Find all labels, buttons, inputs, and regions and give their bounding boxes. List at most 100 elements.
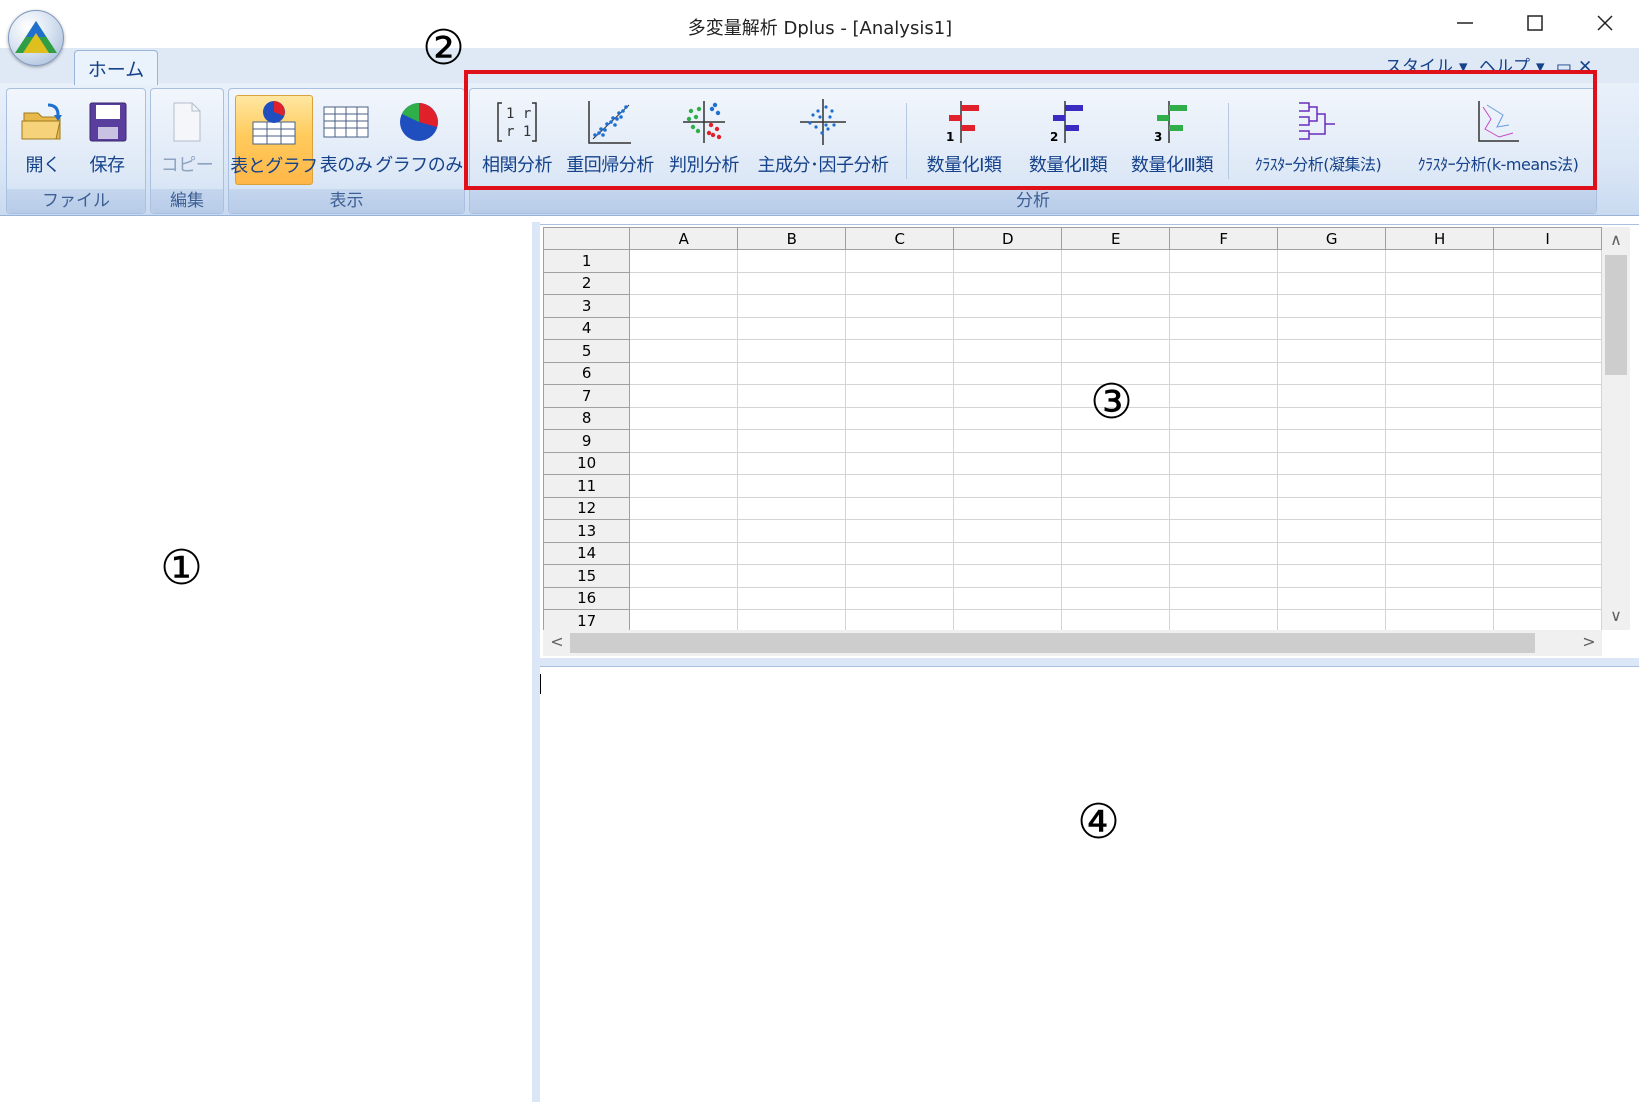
grid-cell[interactable] [1277,406,1387,430]
output-pane[interactable] [540,666,1639,1103]
grid-cell[interactable] [737,474,847,498]
grid-cell[interactable] [845,451,955,475]
row-header[interactable]: 9 [543,429,631,453]
grid-cell[interactable] [845,406,955,430]
grid-cell[interactable] [737,316,847,340]
grid-cell[interactable] [1277,451,1387,475]
grid-cell[interactable] [845,271,955,295]
grid-cell[interactable] [1169,384,1279,408]
grid-cell[interactable] [953,294,1063,318]
grid-cell[interactable] [953,519,1063,543]
grid-cell[interactable] [1169,496,1279,520]
grid-cell[interactable] [1493,339,1602,363]
grid-cell[interactable] [1385,316,1495,340]
grid-cell[interactable] [629,271,739,295]
grid-cell[interactable] [1061,451,1171,475]
grid-cell[interactable] [737,249,847,273]
grid-cell[interactable] [1169,294,1279,318]
grid-cell[interactable] [737,586,847,610]
grid-cell[interactable] [1385,384,1495,408]
grid-cell[interactable] [1061,294,1171,318]
grid-cell[interactable] [737,496,847,520]
grid-cell[interactable] [629,384,739,408]
grid-cell[interactable] [845,249,955,273]
grid-cell[interactable] [737,406,847,430]
grid-cell[interactable] [845,384,955,408]
grid-cell[interactable] [629,519,739,543]
grid-cell[interactable] [953,249,1063,273]
grid-cell[interactable] [1493,294,1602,318]
row-header[interactable]: 7 [543,384,631,408]
grid-cell[interactable] [629,339,739,363]
horizontal-scroll-thumb[interactable] [570,633,1535,653]
grid-cell[interactable] [1385,271,1495,295]
grid-cell[interactable] [1493,586,1602,610]
grid-cell[interactable] [953,586,1063,610]
grid-cell[interactable] [1493,541,1602,565]
grid-cell[interactable] [845,586,955,610]
grid-cell[interactable] [1277,564,1387,588]
row-header[interactable]: 1 [543,249,631,273]
column-header[interactable]: B [737,227,847,250]
grid-cell[interactable] [1061,609,1171,630]
grid-cell[interactable] [1169,564,1279,588]
grid-cell[interactable] [1277,271,1387,295]
grid-cell[interactable] [1277,339,1387,363]
grid-cell[interactable] [1277,496,1387,520]
app-logo-icon[interactable] [8,10,64,66]
vertical-scroll-thumb[interactable] [1605,255,1627,375]
chart-only-button[interactable]: グラフのみ [375,95,463,183]
grid-cell[interactable] [953,361,1063,385]
grid-cell[interactable] [1385,451,1495,475]
tab-home[interactable]: ホーム [74,50,158,85]
maximize-button[interactable] [1500,0,1570,46]
row-header[interactable]: 11 [543,474,631,498]
grid-cell[interactable] [953,541,1063,565]
grid-cell[interactable] [1169,339,1279,363]
grid-cell[interactable] [1493,519,1602,543]
grid-cell[interactable] [1277,474,1387,498]
grid-cell[interactable] [1061,316,1171,340]
grid-cell[interactable] [953,451,1063,475]
grid-cell[interactable] [953,339,1063,363]
row-header[interactable]: 13 [543,519,631,543]
grid-cell[interactable] [1385,586,1495,610]
grid-cell[interactable] [629,564,739,588]
row-header[interactable]: 3 [543,294,631,318]
grid-cell[interactable] [629,474,739,498]
grid-cell[interactable] [629,361,739,385]
column-header[interactable]: H [1385,227,1495,250]
vertical-splitter[interactable] [532,222,540,1102]
spreadsheet-grid[interactable]: ABCDEFGHI 1 2 3 4 5 6 7 8 9 10 11 12 13 14 15 16 17 [543,227,1602,630]
grid-cell[interactable] [845,564,955,588]
column-header[interactable]: D [953,227,1063,250]
grid-cell[interactable] [1169,609,1279,630]
scroll-up-icon[interactable]: ∧ [1602,230,1630,252]
grid-cell[interactable] [845,361,955,385]
row-header[interactable]: 8 [543,406,631,430]
grid-cell[interactable] [1385,609,1495,630]
row-header[interactable]: 5 [543,339,631,363]
column-header[interactable]: E [1061,227,1171,250]
grid-cell[interactable] [845,339,955,363]
row-header[interactable]: 12 [543,496,631,520]
grid-cell[interactable] [737,609,847,630]
grid-cell[interactable] [1169,474,1279,498]
grid-cell[interactable] [1277,361,1387,385]
grid-cell[interactable] [845,609,955,630]
grid-cell[interactable] [1061,564,1171,588]
grid-cell[interactable] [1277,384,1387,408]
grid-cell[interactable] [1385,519,1495,543]
grid-cell[interactable] [1493,406,1602,430]
grid-cell[interactable] [629,429,739,453]
grid-cell[interactable] [1493,361,1602,385]
grid-cell[interactable] [953,271,1063,295]
grid-cell[interactable] [1169,451,1279,475]
grid-cell[interactable] [1385,361,1495,385]
grid-cell[interactable] [1061,541,1171,565]
grid-cell[interactable] [1493,384,1602,408]
row-header[interactable]: 15 [543,564,631,588]
grid-cell[interactable] [629,451,739,475]
row-header[interactable]: 6 [543,361,631,385]
grid-cell[interactable] [1493,609,1602,630]
